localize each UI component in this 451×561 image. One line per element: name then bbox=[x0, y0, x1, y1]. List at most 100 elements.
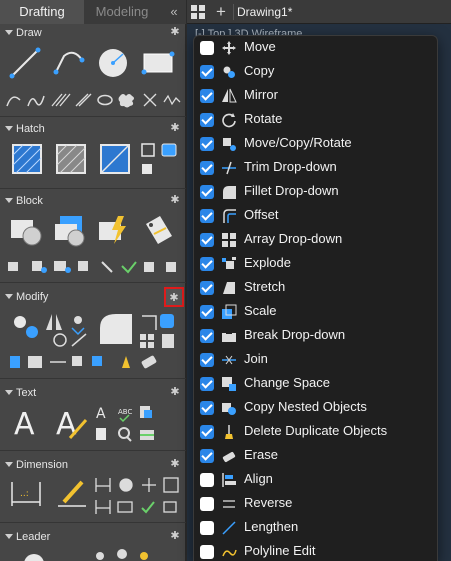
new-tab-plus-icon[interactable]: + bbox=[213, 2, 229, 22]
menu-item[interactable]: Move/Copy/Rotate bbox=[194, 132, 437, 156]
menu-item[interactable]: Mirror bbox=[194, 84, 437, 108]
section-header-hatch[interactable]: Hatch ✱ bbox=[0, 122, 186, 138]
menu-item-checkbox[interactable] bbox=[200, 41, 214, 55]
menu-item[interactable]: Trim Drop-down bbox=[194, 156, 437, 180]
menu-item[interactable]: Array Drop-down bbox=[194, 228, 437, 252]
menu-item-checkbox[interactable] bbox=[200, 497, 214, 511]
menu-item-checkbox[interactable] bbox=[200, 89, 214, 103]
collapse-arrow-icon bbox=[5, 198, 13, 203]
section-header-dimension[interactable]: Dimension ✱ bbox=[0, 458, 186, 474]
menu-item-checkbox[interactable] bbox=[200, 329, 214, 343]
grid-icon[interactable] bbox=[191, 5, 205, 19]
section-header-block[interactable]: Block ✱ bbox=[0, 194, 186, 210]
quick-dimension-tool[interactable] bbox=[54, 476, 90, 512]
menu-item[interactable]: Lengthen bbox=[194, 516, 437, 540]
section-title: Hatch bbox=[16, 123, 45, 135]
menu-item-label: Delete Duplicate Objects bbox=[244, 423, 388, 438]
modify-tools-grid[interactable] bbox=[8, 310, 184, 374]
menu-item-checkbox[interactable] bbox=[200, 113, 214, 127]
modify-settings-gear-icon[interactable]: ✱ bbox=[164, 287, 184, 307]
single-line-text-tool[interactable]: A bbox=[54, 404, 88, 440]
menu-item[interactable]: Fillet Drop-down bbox=[194, 180, 437, 204]
collapse-arrow-icon bbox=[5, 534, 13, 539]
gear-icon[interactable]: ✱ bbox=[169, 386, 181, 398]
menu-item-checkbox[interactable] bbox=[200, 425, 214, 439]
menu-item-checkbox[interactable] bbox=[200, 233, 214, 247]
block-small-tools-row[interactable] bbox=[4, 256, 182, 278]
section-header-leader[interactable]: Leader ✱ bbox=[0, 530, 186, 546]
menu-item-checkbox[interactable] bbox=[200, 401, 214, 415]
menu-item-checkbox[interactable] bbox=[200, 473, 214, 487]
line-tool[interactable] bbox=[8, 46, 42, 80]
reverse-icon bbox=[221, 496, 237, 512]
menu-item-checkbox[interactable] bbox=[200, 377, 214, 391]
text-small-tools[interactable]: A ABC bbox=[94, 402, 164, 444]
gear-icon[interactable]: ✱ bbox=[169, 194, 181, 206]
menu-item[interactable]: Break Drop-down bbox=[194, 324, 437, 348]
rectangle-tool[interactable] bbox=[140, 48, 176, 78]
svg-text:..:: ..: bbox=[20, 489, 29, 499]
trim-icon bbox=[221, 160, 237, 176]
document-tab-title[interactable]: Drawing1* bbox=[237, 0, 292, 24]
gradient-tool[interactable] bbox=[54, 142, 88, 176]
gear-icon[interactable]: ✱ bbox=[169, 122, 181, 134]
gear-icon[interactable]: ✱ bbox=[169, 530, 181, 542]
menu-item-label: Explode bbox=[244, 255, 291, 270]
menu-item[interactable]: Move bbox=[194, 36, 437, 60]
menu-item[interactable]: Explode bbox=[194, 252, 437, 276]
section-header-draw[interactable]: Draw ✱ bbox=[0, 26, 186, 42]
block-editor-tool[interactable] bbox=[96, 214, 132, 248]
menu-item-checkbox[interactable] bbox=[200, 281, 214, 295]
gear-icon[interactable]: ✱ bbox=[169, 458, 181, 470]
menu-item[interactable]: Copy Nested Objects bbox=[194, 396, 437, 420]
insert-block-tool[interactable] bbox=[8, 214, 44, 248]
offset-icon bbox=[221, 208, 237, 224]
menu-item[interactable]: Change Space bbox=[194, 372, 437, 396]
menu-item-checkbox[interactable] bbox=[200, 521, 214, 535]
menu-item[interactable]: Join bbox=[194, 348, 437, 372]
menu-item[interactable]: Erase bbox=[194, 444, 437, 468]
menu-item[interactable]: Polyline Edit bbox=[194, 540, 437, 561]
menu-item-checkbox[interactable] bbox=[200, 257, 214, 271]
define-attributes-tool[interactable] bbox=[140, 214, 176, 248]
circle-tool[interactable] bbox=[96, 46, 130, 80]
menu-item-checkbox[interactable] bbox=[200, 65, 214, 79]
section-divider bbox=[0, 116, 186, 117]
menu-item-checkbox[interactable] bbox=[200, 545, 214, 559]
draw-small-tools-row[interactable] bbox=[4, 88, 182, 110]
menu-item-checkbox[interactable] bbox=[200, 449, 214, 463]
menu-item-checkbox[interactable] bbox=[200, 161, 214, 175]
boundary-tool[interactable] bbox=[98, 142, 132, 176]
move-copy-rotate-icon bbox=[221, 136, 237, 152]
menu-item-checkbox[interactable] bbox=[200, 185, 214, 199]
collapse-palette-button[interactable]: « bbox=[163, 0, 185, 24]
menu-item[interactable]: Copy bbox=[194, 60, 437, 84]
gear-icon[interactable]: ✱ bbox=[169, 26, 181, 38]
multileader-tool[interactable] bbox=[92, 546, 162, 561]
create-block-tool[interactable] bbox=[52, 214, 88, 248]
menu-item-checkbox[interactable] bbox=[200, 209, 214, 223]
leader-tool[interactable] bbox=[20, 548, 50, 561]
menu-item[interactable]: Reverse bbox=[194, 492, 437, 516]
dimension-small-tools[interactable] bbox=[92, 474, 182, 518]
menu-item[interactable]: Offset bbox=[194, 204, 437, 228]
section-header-modify[interactable]: Modify ✱ bbox=[0, 287, 186, 307]
multiline-text-tool[interactable]: A bbox=[10, 404, 44, 440]
menu-item[interactable]: Stretch bbox=[194, 276, 437, 300]
menu-item[interactable]: Delete Duplicate Objects bbox=[194, 420, 437, 444]
tab-drafting[interactable]: Drafting bbox=[0, 0, 84, 24]
menu-item-label: Align bbox=[244, 471, 273, 486]
polyline-tool[interactable] bbox=[52, 46, 86, 80]
menu-item[interactable]: Scale bbox=[194, 300, 437, 324]
region-tools[interactable] bbox=[140, 142, 180, 178]
menu-item[interactable]: Rotate bbox=[194, 108, 437, 132]
section-header-text[interactable]: Text ✱ bbox=[0, 386, 186, 402]
menu-item-label: Scale bbox=[244, 303, 277, 318]
menu-item[interactable]: Align bbox=[194, 468, 437, 492]
menu-item-checkbox[interactable] bbox=[200, 305, 214, 319]
menu-item-checkbox[interactable] bbox=[200, 353, 214, 367]
hatch-tool[interactable] bbox=[10, 142, 44, 176]
dimension-tool[interactable]: ..: bbox=[8, 476, 44, 512]
tab-modeling[interactable]: Modeling bbox=[84, 0, 160, 24]
menu-item-checkbox[interactable] bbox=[200, 137, 214, 151]
